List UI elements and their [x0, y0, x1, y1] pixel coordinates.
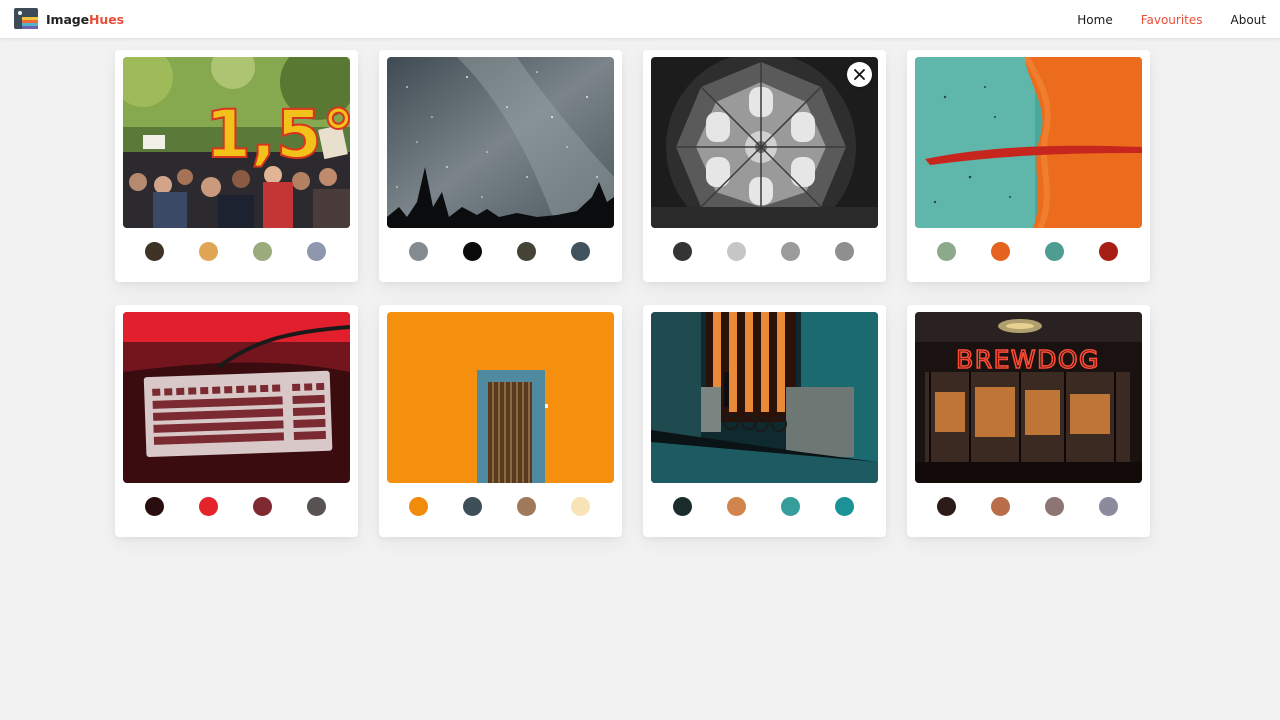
- nav-links: Home Favourites About: [1077, 0, 1266, 39]
- remove-favourite-button[interactable]: [847, 62, 872, 87]
- color-swatch[interactable]: [673, 497, 692, 516]
- top-navbar: ImageHues Home Favourites About: [0, 0, 1280, 39]
- color-swatch[interactable]: [571, 242, 590, 261]
- color-swatch[interactable]: [199, 497, 218, 516]
- color-palette: [651, 242, 878, 262]
- color-palette: [915, 242, 1142, 262]
- color-swatch[interactable]: [673, 242, 692, 261]
- card-photo[interactable]: [651, 312, 878, 483]
- color-swatch[interactable]: [781, 497, 800, 516]
- color-swatch[interactable]: [199, 242, 218, 261]
- color-swatch[interactable]: [1045, 497, 1064, 516]
- color-swatch[interactable]: [991, 497, 1010, 516]
- color-swatch[interactable]: [409, 242, 428, 261]
- color-swatch[interactable]: [727, 242, 746, 261]
- color-swatch[interactable]: [835, 497, 854, 516]
- image-card[interactable]: [907, 50, 1150, 282]
- card-photo[interactable]: [651, 57, 878, 228]
- nav-favourites-link[interactable]: Favourites: [1141, 13, 1203, 27]
- color-swatch[interactable]: [1045, 242, 1064, 261]
- color-swatch[interactable]: [145, 497, 164, 516]
- color-palette: [123, 497, 350, 517]
- app-name-primary: Image: [46, 11, 90, 27]
- image-card[interactable]: [379, 50, 622, 282]
- color-swatch[interactable]: [517, 497, 536, 516]
- image-card[interactable]: [643, 305, 886, 537]
- color-palette: [387, 497, 614, 517]
- card-photo[interactable]: [915, 57, 1142, 228]
- color-palette: [387, 242, 614, 262]
- color-swatch[interactable]: [463, 497, 482, 516]
- color-swatch[interactable]: [253, 242, 272, 261]
- card-photo[interactable]: [123, 312, 350, 483]
- color-swatch[interactable]: [781, 242, 800, 261]
- app-name-accent: Hues: [89, 11, 124, 27]
- image-card[interactable]: BREWDOG: [907, 305, 1150, 537]
- image-card[interactable]: [643, 50, 886, 282]
- color-swatch[interactable]: [835, 242, 854, 261]
- card-photo[interactable]: 1,5°: [123, 57, 350, 228]
- color-swatch[interactable]: [937, 242, 956, 261]
- color-swatch[interactable]: [1099, 242, 1118, 261]
- close-icon: [854, 69, 865, 80]
- color-swatch[interactable]: [307, 242, 326, 261]
- app-name: ImageHues: [46, 12, 124, 27]
- image-card[interactable]: [115, 305, 358, 537]
- nav-about-link[interactable]: About: [1231, 13, 1266, 27]
- image-card[interactable]: 1,5°: [115, 50, 358, 282]
- protest-sign-text: 1,5°: [205, 96, 350, 173]
- color-swatch[interactable]: [1099, 497, 1118, 516]
- color-swatch[interactable]: [307, 497, 326, 516]
- nav-home-link[interactable]: Home: [1077, 13, 1112, 27]
- color-swatch[interactable]: [463, 242, 482, 261]
- color-swatch[interactable]: [145, 242, 164, 261]
- color-palette: [123, 242, 350, 262]
- card-photo[interactable]: [387, 312, 614, 483]
- color-swatch[interactable]: [991, 242, 1010, 261]
- card-photo[interactable]: [387, 57, 614, 228]
- color-swatch[interactable]: [409, 497, 428, 516]
- color-palette: [651, 497, 878, 517]
- color-swatch[interactable]: [571, 497, 590, 516]
- color-palette: [915, 497, 1142, 517]
- card-photo[interactable]: BREWDOG: [915, 312, 1142, 483]
- neon-sign-text: BREWDOG: [956, 345, 1100, 374]
- color-swatch[interactable]: [937, 497, 956, 516]
- app-logo[interactable]: ImageHues: [14, 8, 124, 30]
- color-swatch[interactable]: [517, 242, 536, 261]
- color-swatch[interactable]: [253, 497, 272, 516]
- color-swatch[interactable]: [727, 497, 746, 516]
- image-card[interactable]: [379, 305, 622, 537]
- logo-icon: [14, 8, 38, 30]
